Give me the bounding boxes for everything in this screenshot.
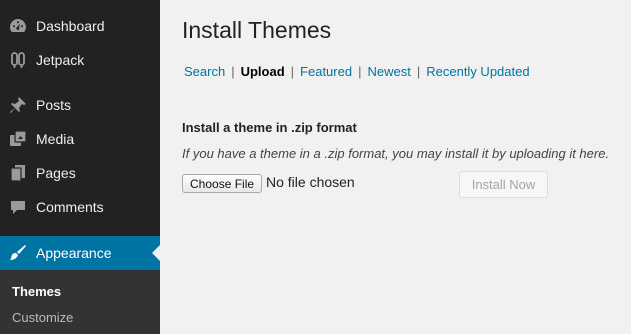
subnav-featured-link[interactable]: Featured	[300, 64, 352, 79]
jetpack-icon	[0, 43, 36, 77]
sidebar-item-appearance[interactable]: Appearance	[0, 236, 160, 270]
subnav-search-link[interactable]: Search	[184, 64, 225, 79]
submenu-item-themes[interactable]: Themes	[12, 284, 61, 299]
sidebar-item-label: Appearance	[36, 245, 112, 261]
dashboard-icon	[0, 9, 36, 43]
pin-icon	[0, 88, 36, 122]
upload-section-description: If you have a theme in a .zip format, yo…	[182, 146, 610, 161]
sidebar-item-label: Posts	[36, 97, 72, 113]
page-title: Install Themes	[182, 17, 332, 43]
media-icon	[0, 122, 36, 156]
sidebar-item-pages[interactable]: Pages	[0, 156, 160, 190]
choose-file-button[interactable]: Choose File	[182, 174, 263, 193]
subnav-separator: |	[231, 64, 235, 79]
sidebar-item-dashboard[interactable]: Dashboard	[0, 9, 160, 43]
comment-icon	[0, 190, 36, 224]
sidebar-item-comments[interactable]: Comments	[0, 190, 160, 224]
pages-icon	[0, 156, 36, 190]
sidebar-item-label: Dashboard	[36, 18, 105, 34]
install-now-button[interactable]: Install Now	[459, 171, 548, 198]
subnav-separator: |	[358, 64, 362, 79]
sidebar-item-label: Pages	[36, 165, 76, 181]
sidebar-item-posts[interactable]: Posts	[0, 88, 160, 122]
sidebar-item-jetpack[interactable]: Jetpack	[0, 43, 160, 77]
file-status-text: No file chosen	[266, 174, 355, 190]
theme-subnav: Search | Upload | Featured | Newest | Recently U…	[184, 64, 530, 79]
subnav-separator: |	[290, 64, 295, 79]
subnav-recently-updated-link[interactable]: Recently Updated	[426, 64, 529, 79]
sidebar-item-label: Jetpack	[36, 52, 85, 68]
appearance-submenu: Themes Customize	[0, 270, 160, 334]
subnav-upload-current: Upload	[240, 64, 285, 79]
subnav-newest-link[interactable]: Newest	[367, 64, 410, 79]
submenu-item-customize[interactable]: Customize	[12, 310, 73, 325]
upload-section-heading: Install a theme in .zip format	[182, 120, 357, 135]
subnav-separator: |	[416, 64, 421, 79]
sidebar-item-label: Media	[36, 131, 75, 147]
sidebar-item-label: Comments	[36, 199, 104, 215]
paintbrush-icon	[0, 236, 36, 270]
admin-sidebar: Dashboard Jetpack Posts Media Pages Comm…	[0, 0, 160, 334]
sidebar-item-media[interactable]: Media	[0, 122, 160, 156]
